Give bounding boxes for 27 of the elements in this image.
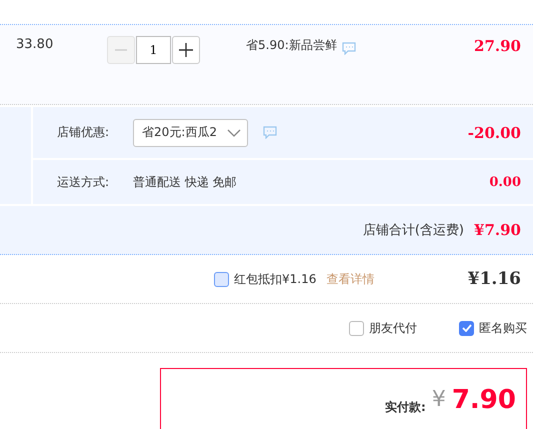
coupon-deduction-label: 红包抵扣¥1.16 — [234, 270, 316, 288]
shop-total-label: 店铺合计(含运费) — [362, 222, 464, 239]
currency-symbol: ¥ — [432, 387, 446, 412]
shipping-amount: 0.00 — [489, 174, 521, 190]
discount-amount: -20.00 — [468, 124, 521, 142]
plus-icon — [179, 43, 193, 57]
message-icon[interactable] — [342, 42, 356, 55]
option-label: 朋友代付 — [369, 320, 417, 336]
discount-dropdown[interactable]: 省20元:西瓜2 — [133, 118, 248, 146]
item-subtotal: 27.90 — [474, 37, 521, 55]
checkbox[interactable] — [459, 320, 474, 336]
shipping-label: 运送方式: — [57, 174, 110, 190]
increase-button[interactable] — [172, 36, 200, 64]
message-icon[interactable] — [262, 126, 277, 139]
checkbox[interactable] — [214, 272, 229, 286]
chevron-down-icon — [226, 128, 241, 136]
deduction-amount: ¥1.16 — [468, 269, 521, 289]
quantity-field[interactable]: 1 — [136, 36, 171, 64]
payment-amount: 7.90 — [452, 385, 516, 415]
checkbox[interactable] — [349, 320, 364, 336]
unit-price: 33.80 — [16, 37, 54, 52]
option-label: 匿名购买 — [479, 320, 527, 336]
shipping-method: 普通配送 快递 免邮 — [133, 174, 237, 190]
payment-label: 实付款: — [385, 399, 426, 416]
discount-label: 店铺优惠: — [57, 124, 110, 141]
shop-total-amount: ¥7.90 — [474, 221, 521, 239]
promotion-text: 省5.90:新品尝鲜 — [246, 37, 337, 54]
